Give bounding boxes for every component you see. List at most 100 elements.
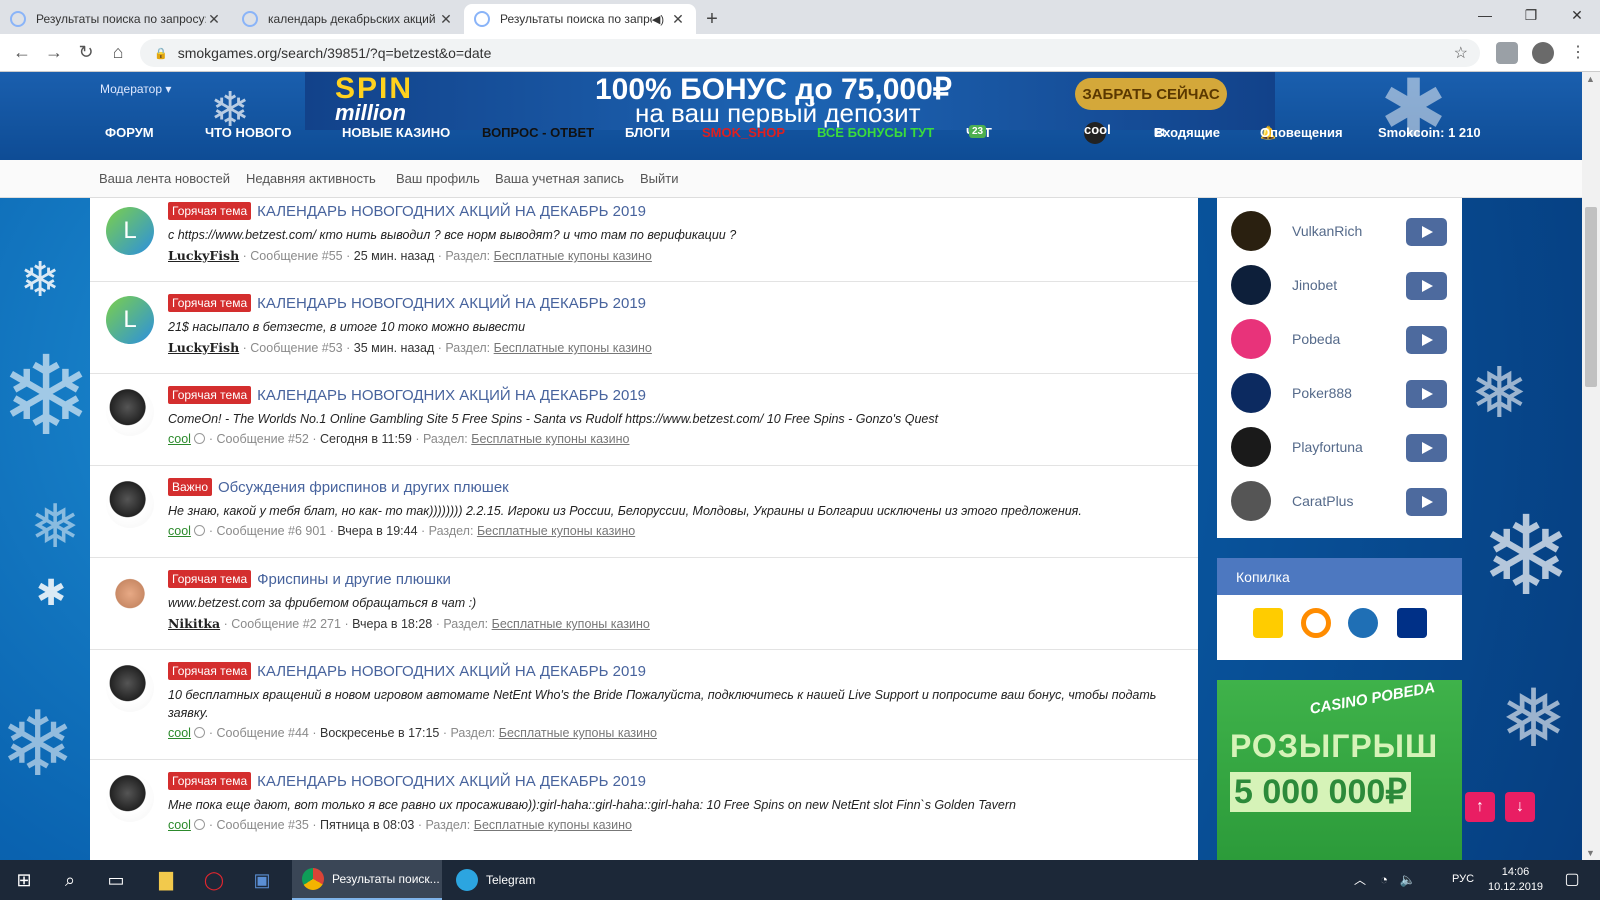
nav-coins[interactable]: Smokcoin: 1 210 [1378, 125, 1481, 140]
nav-whats-new[interactable]: ЧТО НОВОГО [205, 125, 291, 140]
post-number[interactable]: Сообщение #6 901 [217, 524, 327, 538]
browser-menu-icon[interactable]: ⋮ [1570, 42, 1586, 62]
nav-qa[interactable]: ВОПРОС - ОТВЕТ [482, 125, 594, 140]
windows-start-icon[interactable]: ⊞ [12, 868, 36, 892]
promo-ad[interactable]: CASINO POBEDA РОЗЫГРЫШ 5 000 000₽ [1217, 680, 1462, 860]
notifications-icon[interactable]: ▢ [1560, 868, 1584, 892]
casino-item[interactable]: CaratPlus [1217, 474, 1462, 528]
moderator-dropdown[interactable]: Модератор ▾ [100, 82, 171, 96]
post-number[interactable]: Сообщение #2 271 [231, 617, 341, 631]
result-title[interactable]: Горячая тема КАЛЕНДАРЬ НОВОГОДНИХ АКЦИЙ Н… [168, 772, 646, 790]
back-icon[interactable]: ← [6, 42, 38, 63]
post-number[interactable]: Сообщение #35 [217, 818, 309, 832]
search-icon[interactable]: ⌕ [58, 868, 82, 892]
result-title[interactable]: Важно Обсуждения фриспинов и других плюше… [168, 478, 509, 496]
network-icon[interactable]: ◔ [1372, 868, 1396, 892]
post-number[interactable]: Сообщение #55 [250, 249, 342, 263]
section-link[interactable]: Бесплатные купоны казино [499, 726, 657, 740]
speaker-icon[interactable]: ◀) [652, 13, 664, 26]
promo-banner[interactable]: SPIN million 100% БОНУС до 75,000₽ на ва… [305, 72, 1275, 130]
maximize-icon[interactable]: ❐ [1508, 0, 1554, 30]
result-title[interactable]: Горячая тема КАЛЕНДАРЬ НОВОГОДНИХ АКЦИЙ Н… [168, 202, 646, 220]
avatar[interactable] [106, 480, 154, 528]
post-number[interactable]: Сообщение #53 [250, 341, 342, 355]
avatar[interactable] [106, 774, 154, 822]
language-indicator[interactable]: РУС [1452, 873, 1474, 885]
username-link[interactable]: cool [168, 432, 191, 446]
system-clock[interactable]: 14:06 10.12.2019 [1488, 865, 1543, 895]
chevron-up-icon[interactable]: ︿ [1348, 868, 1372, 892]
play-button[interactable] [1406, 218, 1447, 246]
play-button[interactable] [1406, 272, 1447, 300]
browser-tab[interactable]: Результаты поиска по запросу: betzest ✕ [0, 4, 232, 34]
home-icon[interactable]: ⌂ [102, 42, 134, 63]
username-link[interactable]: cool [168, 726, 191, 740]
play-button[interactable] [1406, 380, 1447, 408]
nav-forum[interactable]: ФОРУМ [105, 125, 154, 140]
webmoney-icon[interactable] [1348, 608, 1378, 638]
section-link[interactable]: Бесплатные купоны казино [474, 818, 632, 832]
nav-blogs[interactable]: БЛОГИ [625, 125, 670, 140]
nav-new-casinos[interactable]: НОВЫЕ КАЗИНО [342, 125, 450, 140]
paypal-icon[interactable] [1397, 608, 1427, 638]
play-button[interactable] [1406, 326, 1447, 354]
page-scrollbar[interactable]: ▲ ▼ [1582, 72, 1600, 860]
username-link[interactable]: Nikitka [168, 616, 220, 631]
casino-item[interactable]: Playfortuna [1217, 420, 1462, 474]
taskbar-app-chrome[interactable]: Результаты поиск... [292, 860, 442, 900]
profile-avatar[interactable] [1532, 42, 1554, 64]
subnav-feed[interactable]: Ваша лента новостей [99, 171, 230, 186]
scrollbar-thumb[interactable] [1585, 207, 1597, 387]
subnav-profile[interactable]: Ваш профиль [396, 171, 480, 186]
scroll-up-arrow-icon[interactable]: ▲ [1586, 74, 1595, 84]
qiwi-icon[interactable] [1301, 608, 1331, 638]
browser-tab[interactable]: календарь декабрьских акций | Casino ✕ [232, 4, 464, 34]
close-tab-icon[interactable]: ✕ [438, 11, 454, 28]
taskbar-app-telegram[interactable]: Telegram [446, 860, 596, 900]
avatar[interactable]: L [106, 296, 154, 344]
scroll-up-button[interactable]: ↑ [1465, 792, 1495, 822]
bookmark-star-icon[interactable]: ☆ [1454, 43, 1468, 63]
subnav-activity[interactable]: Недавняя активность [246, 171, 376, 186]
avatar[interactable]: L [106, 207, 154, 255]
browser-tab-active[interactable]: Результаты поиска по запросу ◀) ✕ [464, 4, 696, 34]
save-disk-icon[interactable]: ▣ [250, 868, 274, 892]
volume-icon[interactable]: 🔈 [1396, 868, 1420, 892]
avatar[interactable] [106, 664, 154, 712]
yandex-money-icon[interactable] [1253, 608, 1283, 638]
result-title[interactable]: Горячая тема КАЛЕНДАРЬ НОВОГОДНИХ АКЦИЙ Н… [168, 386, 646, 404]
url-bar[interactable]: 🔒 smokgames.org/search/39851/?q=betzest&… [140, 39, 1480, 67]
banner-cta-button[interactable]: ЗАБРАТЬ СЕЙЧАС [1075, 78, 1227, 110]
avatar[interactable] [106, 572, 154, 620]
extension-icon[interactable] [1496, 42, 1518, 64]
casino-item[interactable]: Jinobet [1217, 258, 1462, 312]
result-title[interactable]: Горячая тема КАЛЕНДАРЬ НОВОГОДНИХ АКЦИЙ Н… [168, 662, 646, 680]
post-number[interactable]: Сообщение #52 [217, 432, 309, 446]
result-title[interactable]: Горячая тема КАЛЕНДАРЬ НОВОГОДНИХ АКЦИЙ Н… [168, 294, 646, 312]
forward-icon[interactable]: → [38, 42, 70, 63]
close-tab-icon[interactable]: ✕ [670, 11, 686, 28]
task-view-icon[interactable]: ▭ [104, 868, 128, 892]
section-link[interactable]: Бесплатные купоны казино [477, 524, 635, 538]
reload-icon[interactable]: ↻ [70, 42, 102, 63]
casino-item[interactable]: VulkanRich [1217, 204, 1462, 258]
section-link[interactable]: Бесплатные купоны казино [471, 432, 629, 446]
new-tab-button[interactable]: + [696, 4, 728, 34]
post-number[interactable]: Сообщение #44 [217, 726, 309, 740]
casino-item[interactable]: Pobeda [1217, 312, 1462, 366]
play-button[interactable] [1406, 434, 1447, 462]
nav-shop[interactable]: SMOK_SHOP [702, 125, 785, 140]
username-link[interactable]: LuckyFish [168, 340, 239, 355]
subnav-logout[interactable]: Выйти [640, 171, 679, 186]
username-link[interactable]: cool [168, 524, 191, 538]
scroll-down-button[interactable]: ↓ [1505, 792, 1535, 822]
play-button[interactable] [1406, 488, 1447, 516]
opera-icon[interactable]: ◯ [202, 868, 226, 892]
lock-icon[interactable]: 🔒 [154, 47, 168, 60]
section-link[interactable]: Бесплатные купоны казино [492, 617, 650, 631]
nav-bonuses[interactable]: ВСЕ БОНУСЫ ТУТ [817, 125, 934, 140]
close-window-icon[interactable]: ✕ [1554, 0, 1600, 30]
scroll-down-arrow-icon[interactable]: ▼ [1586, 848, 1595, 858]
subnav-account[interactable]: Ваша учетная запись [495, 171, 624, 186]
result-title[interactable]: Горячая тема Фриспины и другие плюшки [168, 570, 451, 588]
